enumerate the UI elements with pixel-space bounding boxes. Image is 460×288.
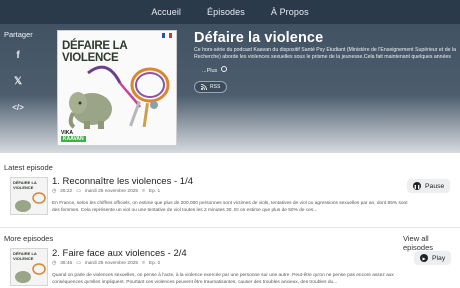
episode-2-duration: 38:45 — [60, 261, 73, 266]
read-more-label: ...Plus — [202, 68, 218, 74]
pause-button[interactable]: ❚❚ Pause — [407, 179, 451, 193]
play-button[interactable]: ▶ Play — [414, 251, 452, 265]
calendar-icon: ▭ — [76, 261, 81, 266]
episode-1-title[interactable]: 1. Reconnaître les violences - 1/4 — [52, 176, 193, 187]
episode-1-number: Ep. 1 — [148, 189, 161, 194]
nav-about-link[interactable]: À Propos — [271, 7, 309, 17]
episode-2-title[interactable]: 2. Faire face aux violences - 2/4 — [52, 248, 187, 259]
episode-1-date: mardi 25 novembre 2025 — [84, 189, 139, 194]
list-icon: ≡ — [142, 261, 145, 266]
rss-button[interactable]: RSS — [194, 81, 228, 93]
list-icon: ≡ — [142, 189, 145, 194]
play-icon: ▶ — [420, 254, 428, 262]
top-nav: Accueil Épisodes À Propos — [0, 0, 460, 24]
keychain-illustration — [68, 65, 170, 129]
play-label: Play — [432, 254, 446, 262]
episode-2-thumbnail[interactable]: DÉFAIRE LA VIOLENCE — [10, 248, 48, 286]
thumbnail-illustration — [15, 263, 46, 283]
share-panel: Partager f 𝕏 </> — [4, 30, 38, 123]
episode-2-date: mardi 25 novembre 2025 — [84, 261, 139, 266]
episode-1-description: En France, selon les chiffres officiels,… — [52, 201, 408, 213]
rss-icon — [201, 84, 207, 90]
episode-1-thumbnail[interactable]: DÉFAIRE LA VIOLENCE — [10, 177, 48, 215]
podcast-cover-art: DÉFAIRE LA VIOLENCE VIKA KAAVAN — [57, 30, 177, 146]
clock-icon: ◷ — [52, 189, 57, 194]
nav-episodes-link[interactable]: Épisodes — [207, 7, 245, 17]
embed-icon[interactable]: </> — [8, 97, 28, 117]
thumbnail-illustration — [15, 192, 46, 212]
podcast-hero: Partager f 𝕏 </> DÉFAIRE LA VIOLENCE VIK… — [0, 24, 460, 153]
latest-episode-heading: Latest episode — [4, 163, 53, 172]
podcast-title: Défaire la violence — [194, 30, 324, 46]
pause-label: Pause — [425, 182, 445, 190]
rss-label: RSS — [210, 84, 221, 90]
nav-home-link[interactable]: Accueil — [151, 7, 181, 17]
section-divider — [0, 227, 460, 228]
more-episodes-heading: More episodes — [4, 234, 54, 243]
share-title: Partager — [4, 30, 33, 39]
view-all-episodes-link[interactable]: View all episodes — [403, 234, 460, 252]
episode-1-meta: ◷ 26:22 ▭ mardi 25 novembre 2025 ≡ Ep. 1 — [52, 189, 160, 194]
calendar-icon: ▭ — [76, 189, 81, 194]
chevron-down-icon — [220, 66, 227, 72]
x-icon[interactable]: 𝕏 — [8, 71, 28, 91]
episode-2-meta: ◷ 38:45 ▭ mardi 25 novembre 2025 ≡ Ep. 2 — [52, 261, 160, 266]
brand-logo: VIKA KAAVAN — [61, 130, 86, 142]
read-more-link[interactable]: ...Plus — [202, 66, 227, 74]
facebook-icon[interactable]: f — [8, 45, 28, 65]
episode-1-duration: 26:22 — [60, 189, 73, 194]
clock-icon: ◷ — [52, 261, 57, 266]
episode-2-number: Ep. 2 — [148, 261, 161, 266]
pause-icon: ❚❚ — [413, 182, 421, 190]
episode-2-description: Quand on parle de violences sexuelles, o… — [52, 273, 394, 285]
podcast-description: Ce hors-série du podcast Kaavan du dispo… — [194, 47, 456, 60]
